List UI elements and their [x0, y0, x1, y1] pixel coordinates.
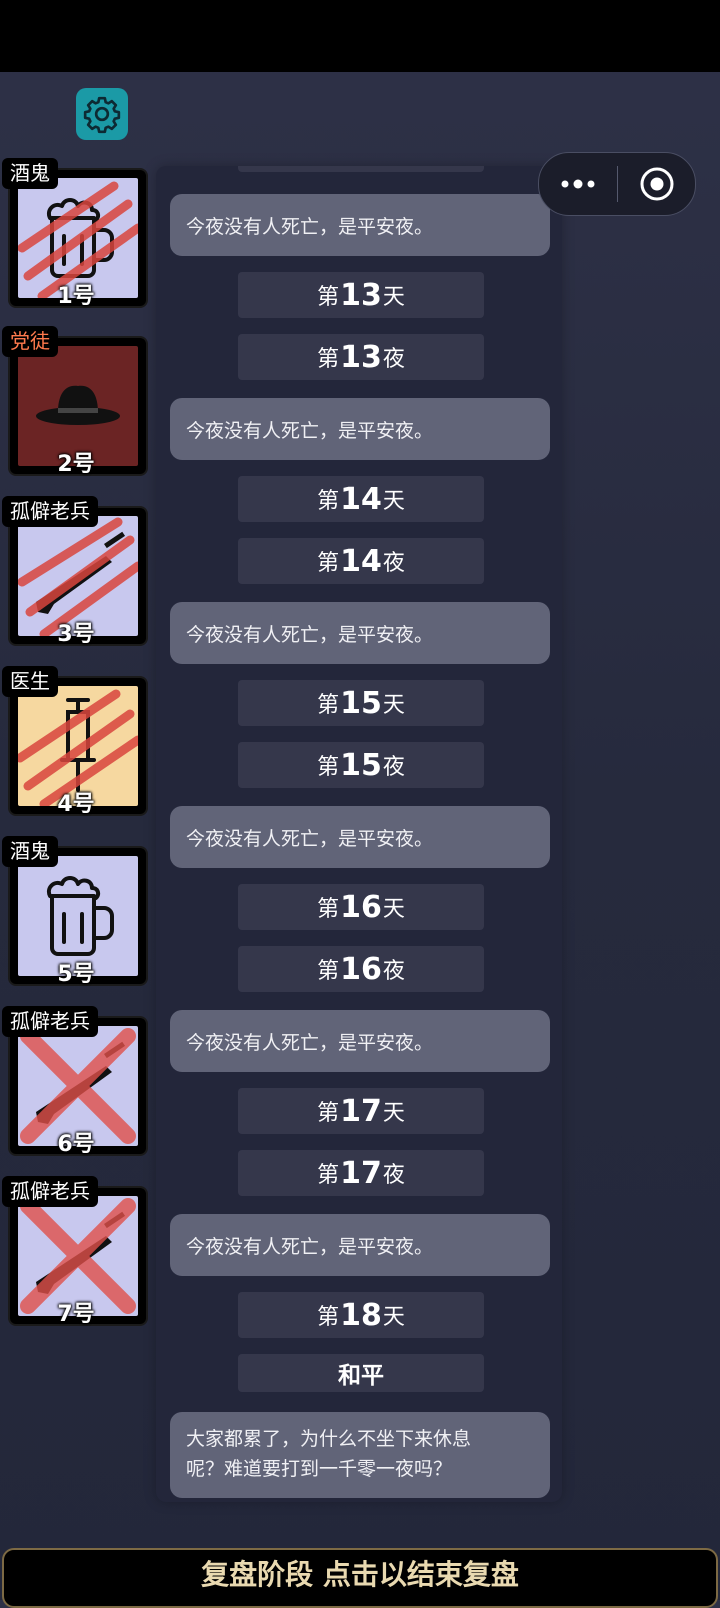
- settings-button[interactable]: [76, 88, 128, 140]
- role-tag: 酒鬼: [2, 836, 58, 867]
- night-number: 17: [340, 1155, 382, 1191]
- close-miniprogram-button[interactable]: [618, 153, 695, 215]
- day-label: 第 18 天: [238, 1292, 484, 1338]
- day-number: 14: [340, 481, 382, 517]
- player-number: 5号: [57, 962, 95, 987]
- day-prefix: 第: [317, 1305, 340, 1330]
- log-message: 今夜没有人死亡，是平安夜。: [170, 1214, 550, 1276]
- night-number: 16: [340, 951, 382, 987]
- player-card-3[interactable]: 孤僻老兵 3号: [0, 496, 160, 648]
- night-label: 第 17 夜: [238, 1150, 484, 1196]
- day-prefix: 第: [317, 1101, 340, 1126]
- log-message: 今夜没有人死亡，是平安夜。: [170, 806, 550, 868]
- role-tag: 酒鬼: [2, 158, 58, 189]
- game-result-label: 和平: [238, 1354, 484, 1392]
- day-suffix: 天: [382, 489, 405, 514]
- day-number: 13: [340, 277, 382, 313]
- night-prefix: 第: [317, 755, 340, 780]
- night-prefix: 第: [317, 347, 340, 372]
- more-button[interactable]: [539, 153, 617, 215]
- day-label: 第 13 天: [238, 272, 484, 318]
- night-suffix: 夜: [382, 551, 405, 576]
- end-review-button[interactable]: 复盘阶段 点击以结束复盘: [2, 1548, 718, 1608]
- night-number: 15: [340, 747, 382, 783]
- player-card-4[interactable]: 医生 4号: [0, 666, 160, 818]
- day-label: 第 16 天: [238, 884, 484, 930]
- day-label: 第 15 天: [238, 680, 484, 726]
- role-tag: 医生: [2, 666, 58, 697]
- player-number: 4号: [57, 792, 95, 817]
- day-prefix: 第: [317, 693, 340, 718]
- day-prefix: 第: [317, 285, 340, 310]
- player-number: 7号: [57, 1302, 95, 1327]
- day-suffix: 天: [382, 1101, 405, 1126]
- night-number: 13: [340, 339, 382, 375]
- night-prefix: 第: [317, 551, 340, 576]
- player-card-7[interactable]: 孤僻老兵 7号: [0, 1176, 160, 1328]
- final-message-line: 呢？难道要打到一千零一夜吗？: [186, 1458, 453, 1480]
- log-message: 今夜没有人死亡，是平安夜。: [170, 1010, 550, 1072]
- night-suffix: 夜: [382, 1163, 405, 1188]
- gear-icon: [83, 96, 121, 134]
- target-circle-icon: [640, 167, 673, 201]
- role-tag: 孤僻老兵: [2, 1176, 98, 1207]
- player-number: 2号: [57, 452, 95, 477]
- log-message: 今夜没有人死亡，是平安夜。: [170, 398, 550, 460]
- day-prefix: 第: [317, 489, 340, 514]
- night-label: 第 13 夜: [238, 334, 484, 380]
- final-message-line: 大家都累了，为什么不坐下来休息: [186, 1428, 472, 1450]
- role-tag: 党徒: [2, 326, 58, 357]
- day-number: 15: [340, 685, 382, 721]
- more-dots-icon: [561, 179, 595, 189]
- day-number: 17: [340, 1093, 382, 1129]
- day-label: 第 17 天: [238, 1088, 484, 1134]
- night-label: 第 16 夜: [238, 946, 484, 992]
- final-log-message: 大家都累了，为什么不坐下来休息 呢？难道要打到一千零一夜吗？: [170, 1412, 550, 1498]
- role-tag: 孤僻老兵: [2, 496, 98, 527]
- night-suffix: 夜: [382, 959, 405, 984]
- day-suffix: 天: [382, 285, 405, 310]
- player-card-1[interactable]: 酒鬼 1号: [0, 158, 160, 310]
- log-message: 今夜没有人死亡，是平安夜。: [170, 194, 550, 256]
- player-number: 1号: [57, 284, 95, 309]
- player-card-2[interactable]: 党徒 2号: [0, 326, 160, 478]
- game-log-panel[interactable]: 今夜没有人死亡，是平安夜。 第 13 天 第 13 夜 今夜没有人死亡，是平安夜。 第1…: [156, 166, 562, 1502]
- day-label-partial: [238, 166, 484, 172]
- player-card-5[interactable]: 酒鬼 5号: [0, 836, 160, 988]
- day-number: 16: [340, 889, 382, 925]
- player-card-6[interactable]: 孤僻老兵 6号: [0, 1006, 160, 1158]
- night-label: 第 14 夜: [238, 538, 484, 584]
- miniprogram-capsule: [538, 152, 696, 216]
- day-suffix: 天: [382, 1305, 405, 1330]
- night-suffix: 夜: [382, 347, 405, 372]
- day-suffix: 天: [382, 897, 405, 922]
- night-suffix: 夜: [382, 755, 405, 780]
- night-prefix: 第: [317, 959, 340, 984]
- day-number: 18: [340, 1297, 382, 1333]
- night-number: 14: [340, 543, 382, 579]
- day-prefix: 第: [317, 897, 340, 922]
- log-message: 今夜没有人死亡，是平安夜。: [170, 602, 550, 664]
- player-number: 6号: [57, 1132, 95, 1157]
- day-label: 第 14 天: [238, 476, 484, 522]
- status-bar: [0, 0, 720, 72]
- night-prefix: 第: [317, 1163, 340, 1188]
- night-label: 第 15 夜: [238, 742, 484, 788]
- day-suffix: 天: [382, 693, 405, 718]
- role-tag: 孤僻老兵: [2, 1006, 98, 1037]
- player-number: 3号: [57, 622, 95, 647]
